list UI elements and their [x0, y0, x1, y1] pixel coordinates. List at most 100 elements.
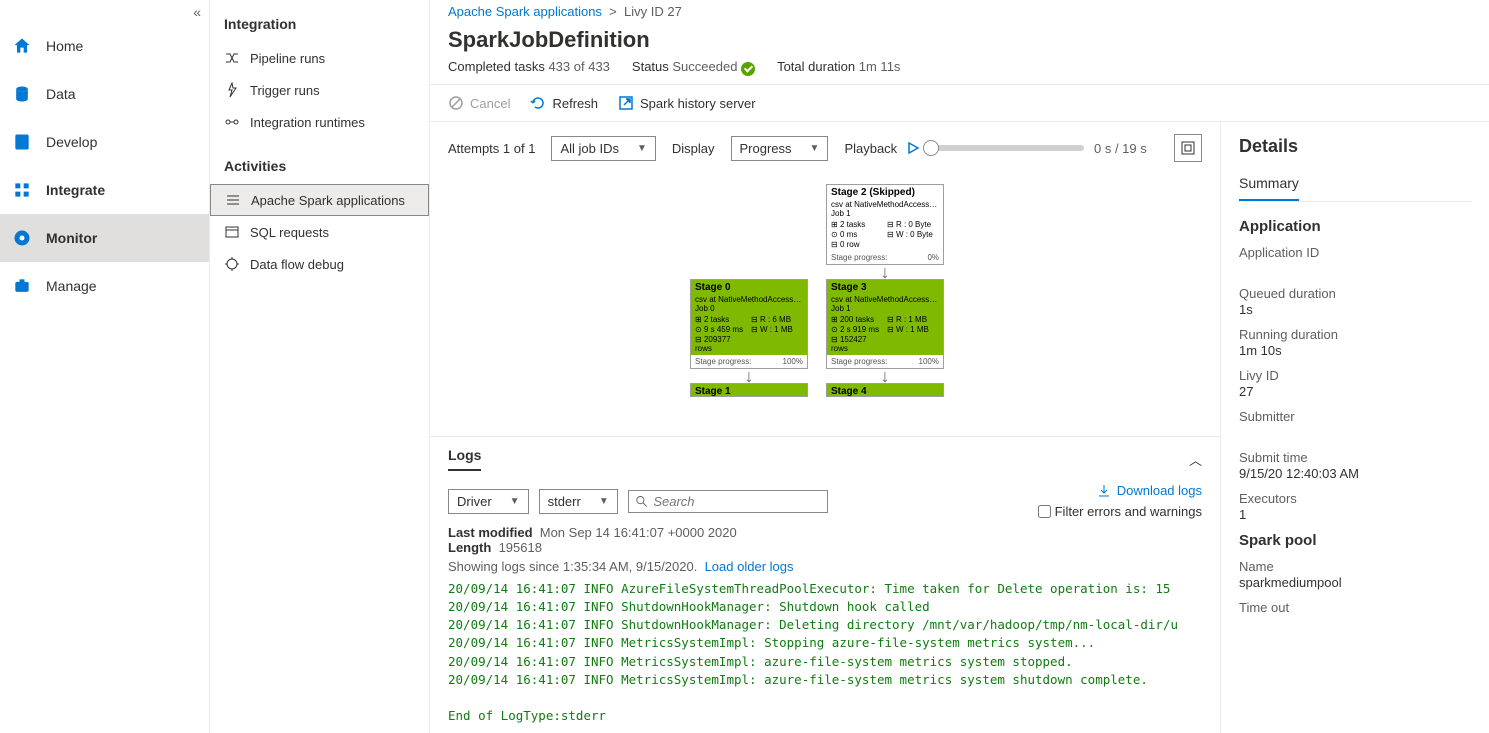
details-title: Details — [1239, 136, 1471, 157]
load-older-link[interactable]: Load older logs — [705, 559, 794, 574]
breadcrumb-current: Livy ID 27 — [624, 4, 682, 19]
checkbox-input[interactable] — [1038, 505, 1051, 518]
chevron-down-icon: ▼ — [510, 496, 520, 507]
timeout-label: Time out — [1239, 600, 1471, 615]
main-pane: Apache Spark applications > Livy ID 27 S… — [430, 0, 1489, 733]
subnav-label: Apache Spark applications — [251, 193, 405, 208]
spark-icon — [225, 192, 241, 208]
toolbar-label: Cancel — [470, 96, 510, 111]
history-button[interactable]: Spark history server — [618, 95, 756, 111]
subnav-trigger-runs[interactable]: Trigger runs — [210, 74, 429, 106]
subnav-dataflow-debug[interactable]: Data flow debug — [210, 248, 429, 280]
group-activities: Activities — [210, 152, 429, 184]
playback-time: 0 s / 19 s — [1094, 141, 1164, 156]
nav-monitor[interactable]: Monitor — [0, 214, 209, 262]
toolbar-label: Spark history server — [640, 96, 756, 111]
playback-label: Playback — [844, 141, 897, 156]
collapse-logs-icon[interactable]: ︿ — [1189, 450, 1202, 469]
controls-row: Attempts 1 of 1 All job IDs▼ Display Pro… — [430, 122, 1220, 174]
arrow-icon: ↓ — [690, 369, 808, 383]
slider-thumb[interactable] — [923, 140, 939, 156]
sql-icon — [224, 224, 240, 240]
executors-label: Executors — [1239, 491, 1471, 506]
nav-label: Develop — [46, 134, 97, 150]
group-integration: Integration — [210, 10, 429, 42]
stage-3-card[interactable]: Stage 3 csv at NativeMethodAccessor... J… — [826, 279, 944, 369]
subnav-spark-apps[interactable]: Apache Spark applications — [210, 184, 429, 216]
stage-0-card[interactable]: Stage 0 csv at NativeMethodAccessor... J… — [690, 279, 808, 369]
secondary-nav: Integration Pipeline runs Trigger runs I… — [210, 0, 430, 733]
livy-label: Livy ID — [1239, 368, 1471, 383]
logs-panel: Logs ︿ Driver▼ stderr▼ Download logs Fil… — [430, 436, 1220, 733]
nav-develop[interactable]: Develop — [0, 118, 209, 166]
search-icon — [635, 494, 648, 508]
breadcrumb-sep: > — [606, 4, 624, 19]
poolname-value: sparkmediumpool — [1239, 575, 1471, 590]
breadcrumb: Apache Spark applications > Livy ID 27 — [430, 0, 1489, 23]
appid-label: Application ID — [1239, 245, 1471, 260]
collapse-nav-icon[interactable]: « — [193, 4, 201, 20]
dag-canvas[interactable]: Stage 2 (Skipped) csv at NativeMethodAcc… — [430, 174, 1220, 436]
select-value: Progress — [740, 141, 792, 156]
status-value: Succeeded — [672, 59, 737, 74]
duration-value: 1m 11s — [859, 59, 901, 74]
duration-label: Total duration — [777, 59, 855, 74]
logs-stream-select[interactable]: stderr▼ — [539, 489, 618, 514]
nav-home[interactable]: Home — [0, 22, 209, 70]
lastmod-label: Last modified — [448, 525, 533, 540]
nav-data[interactable]: Data — [0, 70, 209, 118]
download-icon — [1097, 484, 1111, 498]
executors-value: 1 — [1239, 507, 1471, 522]
stage-subtitle: csv at NativeMethodAccessor... — [691, 295, 807, 304]
trigger-icon — [224, 82, 240, 98]
subnav-integration-runtimes[interactable]: Integration runtimes — [210, 106, 429, 138]
length-value: 195618 — [499, 540, 542, 555]
integrate-icon — [12, 180, 32, 200]
fit-zoom-button[interactable] — [1174, 134, 1202, 162]
nav-integrate[interactable]: Integrate — [0, 166, 209, 214]
display-select[interactable]: Progress▼ — [731, 136, 829, 161]
running-label: Running duration — [1239, 327, 1471, 342]
attempts-label: Attempts 1 of 1 — [448, 141, 535, 156]
stage-job: Job 1 — [827, 209, 943, 218]
develop-icon — [12, 132, 32, 152]
stage-title: Stage 3 — [827, 280, 943, 295]
queued-value: 1s — [1239, 302, 1471, 317]
breadcrumb-parent[interactable]: Apache Spark applications — [448, 4, 602, 19]
subnav-pipeline-runs[interactable]: Pipeline runs — [210, 42, 429, 74]
arrow-icon: ↓ — [826, 369, 944, 383]
nav-label: Integrate — [46, 182, 105, 198]
running-value: 1m 10s — [1239, 343, 1471, 358]
section-application: Application — [1239, 218, 1471, 235]
download-logs-link[interactable]: Download logs — [1097, 483, 1202, 498]
filter-errors-checkbox[interactable]: Filter errors and warnings — [1038, 504, 1202, 519]
submitter-label: Submitter — [1239, 409, 1471, 424]
fit-icon — [1181, 141, 1195, 155]
stage-2-card[interactable]: Stage 2 (Skipped) csv at NativeMethodAcc… — [826, 184, 944, 265]
logs-search[interactable] — [628, 490, 828, 513]
chevron-down-icon: ▼ — [637, 143, 647, 154]
monitor-icon — [12, 228, 32, 248]
logs-source-select[interactable]: Driver▼ — [448, 489, 529, 514]
subnav-sql-requests[interactable]: SQL requests — [210, 216, 429, 248]
poolname-label: Name — [1239, 559, 1471, 574]
status-label: Status — [632, 59, 669, 74]
stage-title: Stage 0 — [691, 280, 807, 295]
stage-subtitle: csv at NativeMethodAccessor... — [827, 295, 943, 304]
subnav-label: Integration runtimes — [250, 115, 365, 130]
playback-slider[interactable] — [929, 145, 1084, 151]
nav-label: Monitor — [46, 230, 97, 246]
chevron-down-icon: ▼ — [599, 496, 609, 507]
subnav-label: Data flow debug — [250, 257, 344, 272]
showing-text: Showing logs since 1:35:34 AM, 9/15/2020… — [448, 559, 697, 574]
cancel-icon — [448, 95, 464, 111]
submit-value: 9/15/20 12:40:03 AM — [1239, 466, 1471, 481]
refresh-button[interactable]: Refresh — [530, 95, 598, 111]
section-sparkpool: Spark pool — [1239, 532, 1471, 549]
logs-tab[interactable]: Logs — [448, 447, 481, 471]
jobids-select[interactable]: All job IDs▼ — [551, 136, 655, 161]
play-icon[interactable] — [907, 142, 919, 154]
nav-manage[interactable]: Manage — [0, 262, 209, 310]
search-input[interactable] — [653, 494, 820, 509]
tab-summary[interactable]: Summary — [1239, 171, 1299, 201]
